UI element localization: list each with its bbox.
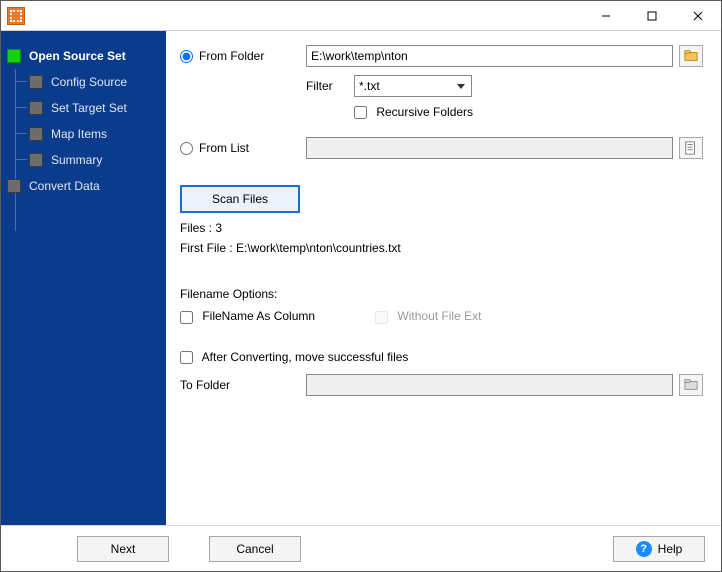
browse-list-button[interactable]	[679, 137, 703, 159]
without-file-ext-checkbox	[375, 311, 388, 324]
from-folder-radio[interactable]	[180, 50, 193, 63]
browse-folder-button[interactable]	[679, 45, 703, 67]
recursive-checkbox[interactable]	[354, 106, 367, 119]
from-list-text: From List	[199, 141, 249, 155]
recursive-checkbox-label[interactable]: Recursive Folders	[354, 105, 473, 119]
list-path-input	[306, 137, 673, 159]
after-move-label[interactable]: After Converting, move successful files	[180, 350, 408, 364]
maximize-button[interactable]	[629, 1, 675, 31]
filter-combo[interactable]: *.txt	[354, 75, 472, 97]
to-folder-label: To Folder	[180, 378, 306, 392]
scan-files-button[interactable]: Scan Files	[180, 185, 300, 213]
after-move-checkbox[interactable]	[180, 351, 193, 364]
sidebar-item-label: Set Target Set	[51, 101, 127, 115]
sidebar-item-open-source-set[interactable]: Open Source Set	[7, 43, 162, 69]
filename-as-column-checkbox[interactable]	[180, 311, 193, 324]
sidebar-item-summary[interactable]: Summary	[29, 147, 162, 173]
sidebar-item-label: Map Items	[51, 127, 107, 141]
help-icon: ?	[636, 541, 652, 557]
minimize-button[interactable]	[583, 1, 629, 31]
filter-label: Filter	[306, 79, 354, 93]
without-file-ext-label: Without File Ext	[375, 309, 481, 323]
sidebar-item-set-target-set[interactable]: Set Target Set	[29, 95, 162, 121]
wizard-sidebar: Open Source Set Config Source Set Target…	[1, 31, 166, 525]
main-panel: From Folder Filter *.txt Recursive Folde…	[166, 31, 721, 525]
folder-path-input[interactable]	[306, 45, 673, 67]
close-button[interactable]	[675, 1, 721, 31]
app-window: Open Source Set Config Source Set Target…	[0, 0, 722, 572]
from-folder-radio-label[interactable]: From Folder	[180, 49, 306, 63]
filter-value: *.txt	[359, 79, 380, 93]
to-folder-input	[306, 374, 673, 396]
next-button[interactable]: Next	[77, 536, 169, 562]
filename-as-column-text: FileName As Column	[202, 309, 315, 323]
titlebar	[1, 1, 721, 31]
sidebar-item-convert-data[interactable]: Convert Data	[7, 173, 162, 199]
sidebar-item-config-source[interactable]: Config Source	[29, 69, 162, 95]
step-status-icon	[29, 101, 43, 115]
help-button[interactable]: ? Help	[613, 536, 705, 562]
recursive-text: Recursive Folders	[376, 105, 473, 119]
step-status-icon	[29, 127, 43, 141]
after-move-text: After Converting, move successful files	[202, 350, 409, 364]
app-icon	[7, 7, 25, 25]
from-list-radio-label[interactable]: From List	[180, 141, 306, 155]
next-label: Next	[111, 542, 136, 556]
browse-to-folder-button[interactable]	[679, 374, 703, 396]
step-status-icon	[7, 179, 21, 193]
cancel-label: Cancel	[236, 542, 273, 556]
filename-as-column-label[interactable]: FileName As Column	[180, 309, 315, 323]
help-label: Help	[658, 542, 683, 556]
sidebar-item-label: Summary	[51, 153, 102, 167]
step-status-icon	[29, 153, 43, 167]
cancel-button[interactable]: Cancel	[209, 536, 301, 562]
scan-button-label: Scan Files	[212, 192, 268, 206]
sidebar-item-label: Config Source	[51, 75, 127, 89]
sidebar-item-map-items[interactable]: Map Items	[29, 121, 162, 147]
sidebar-item-label: Convert Data	[29, 179, 100, 193]
step-status-icon	[29, 75, 43, 89]
sidebar-item-label: Open Source Set	[29, 49, 126, 63]
files-count-label: Files : 3	[180, 221, 703, 235]
filename-options-label: Filename Options:	[180, 287, 703, 301]
first-file-label: First File : E:\work\temp\nton\countries…	[180, 241, 703, 255]
wizard-footer: Next Cancel ? Help	[1, 525, 721, 571]
without-file-ext-text: Without File Ext	[397, 309, 481, 323]
from-list-radio[interactable]	[180, 142, 193, 155]
step-status-icon	[7, 49, 21, 63]
from-folder-text: From Folder	[199, 49, 264, 63]
